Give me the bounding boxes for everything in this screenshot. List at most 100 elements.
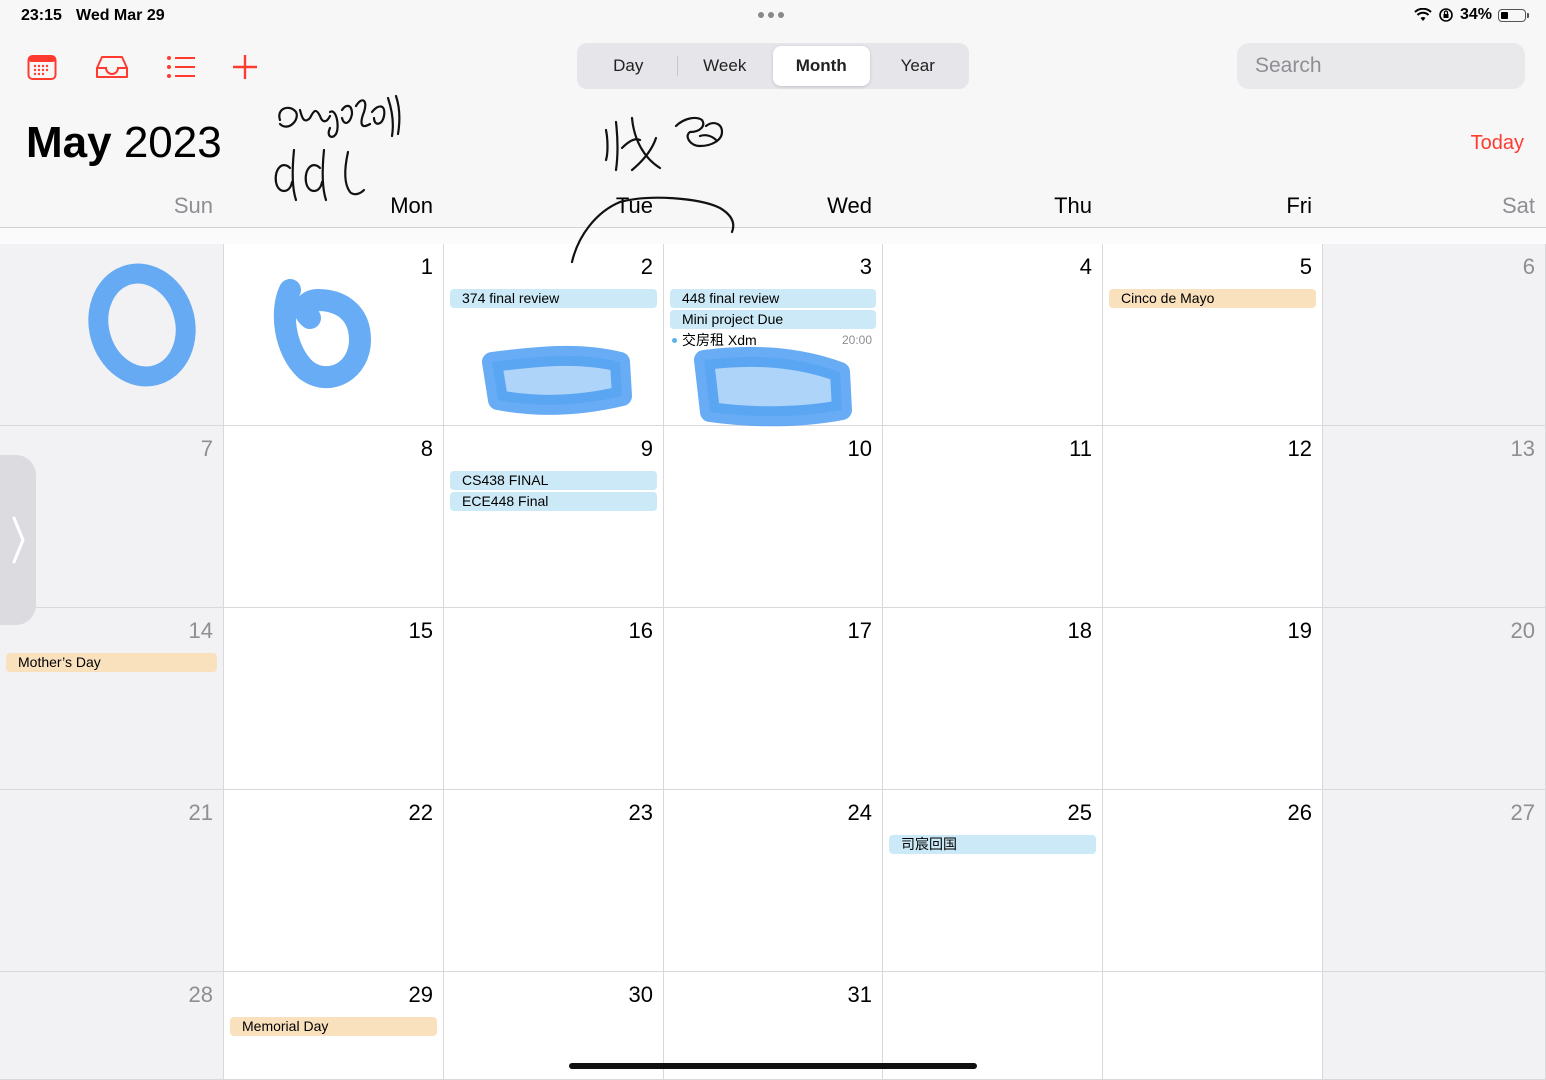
day-number: 24 (847, 800, 872, 825)
day-cell[interactable] (1323, 972, 1546, 1080)
day-number: 19 (1287, 618, 1312, 643)
day-number: 31 (847, 982, 872, 1007)
day-cell[interactable]: 24 (664, 790, 883, 972)
event-title: Mini project Due (682, 311, 784, 327)
day-number: 11 (1069, 436, 1092, 461)
calendars-button[interactable] (25, 50, 59, 84)
day-cell[interactable]: 1 (224, 244, 444, 426)
day-number: 13 (1510, 436, 1535, 461)
list-icon (167, 56, 195, 78)
status-right: 34% (1414, 6, 1529, 24)
day-cell[interactable]: 9 CS438 FINAL ECE448 Final (444, 426, 664, 608)
day-number: 3 (859, 254, 872, 279)
day-number: 26 (1287, 800, 1312, 825)
status-time: 23:15 (21, 7, 62, 24)
view-month-tab[interactable]: Month (773, 46, 870, 86)
view-week-tab[interactable]: Week (676, 46, 774, 86)
event-item[interactable]: Cinco de Mayo (1109, 289, 1316, 308)
day-cell[interactable]: 11 (883, 426, 1103, 608)
day-cell[interactable]: 17 (664, 608, 883, 790)
day-cell[interactable]: 3 448 final review Mini project Due 交房租 Xdm… (664, 244, 883, 426)
today-button[interactable]: Today (1471, 132, 1524, 155)
calendar-icon (27, 55, 57, 80)
day-number: 18 (1067, 618, 1092, 643)
event-title: CS438 FINAL (462, 472, 549, 488)
day-cell[interactable]: 28 (0, 972, 224, 1080)
day-cell[interactable]: 6 (1323, 244, 1546, 426)
month-title[interactable]: May 2023 (26, 118, 222, 168)
event-item[interactable]: 374 final review (450, 289, 657, 308)
event-item[interactable]: Mother’s Day (6, 653, 217, 672)
day-cell[interactable] (0, 244, 224, 426)
add-event-button[interactable] (228, 50, 262, 84)
day-number: 6 (1522, 254, 1535, 279)
event-title: Mother’s Day (18, 654, 101, 670)
event-title: 司宸回国 (901, 836, 957, 852)
day-number: 14 (188, 618, 213, 643)
event-item[interactable]: ECE448 Final (450, 492, 657, 511)
day-number: 5 (1299, 254, 1312, 279)
day-cell[interactable]: 5 Cinco de Mayo (1103, 244, 1323, 426)
day-number: 17 (847, 618, 872, 643)
day-cell[interactable]: 26 (1103, 790, 1323, 972)
weekday-mon: Mon (390, 193, 433, 218)
day-cell[interactable]: 23 (444, 790, 664, 972)
day-number: 22 (408, 800, 433, 825)
event-dot-icon (672, 338, 677, 343)
day-cell[interactable]: 2 374 final review (444, 244, 664, 426)
day-cell[interactable]: 27 (1323, 790, 1546, 972)
day-cell[interactable]: 8 (224, 426, 444, 608)
day-number: 29 (408, 982, 433, 1007)
day-number: 1 (420, 254, 433, 279)
event-item[interactable]: 448 final review (670, 289, 876, 308)
event-title: 374 final review (462, 290, 560, 306)
event-title: Cinco de Mayo (1121, 290, 1215, 306)
day-number: 16 (628, 618, 653, 643)
chevron-right-icon (12, 516, 25, 564)
battery-icon (1498, 8, 1529, 22)
day-number: 9 (640, 436, 653, 461)
day-cell[interactable]: 19 (1103, 608, 1323, 790)
day-cell[interactable]: 29 Memorial Day (224, 972, 444, 1080)
sidebar-toggle[interactable] (0, 455, 36, 625)
search-field[interactable] (1237, 43, 1528, 89)
search-input[interactable] (1253, 53, 1528, 79)
event-item[interactable]: CS438 FINAL (450, 471, 657, 490)
event-item[interactable]: 交房租 Xdm 20:00 (670, 331, 876, 350)
day-cell[interactable]: 16 (444, 608, 664, 790)
inbox-icon (96, 56, 128, 78)
event-item[interactable]: Memorial Day (230, 1017, 437, 1036)
day-cell[interactable]: 18 (883, 608, 1103, 790)
view-day-tab[interactable]: Day (580, 46, 677, 86)
day-cell[interactable]: 22 (224, 790, 444, 972)
home-indicator[interactable] (569, 1063, 977, 1069)
day-cell[interactable] (1103, 972, 1323, 1080)
day-cell[interactable]: 15 (224, 608, 444, 790)
view-year-tab[interactable]: Year (870, 46, 967, 86)
day-number: 4 (1079, 254, 1092, 279)
weekday-tue: Tue (615, 193, 653, 218)
event-item[interactable]: 司宸回国 (889, 835, 1096, 854)
day-cell[interactable]: 10 (664, 426, 883, 608)
day-cell[interactable]: 12 (1103, 426, 1323, 608)
weekday-fri: Fri (1286, 193, 1312, 218)
day-number: 15 (408, 618, 433, 643)
weekday-thu: Thu (1054, 193, 1092, 218)
day-cell[interactable]: 25 司宸回国 (883, 790, 1103, 972)
event-title: ECE448 Final (462, 493, 549, 509)
day-number: 12 (1287, 436, 1312, 461)
day-cell[interactable]: 20 (1323, 608, 1546, 790)
inbox-button[interactable] (95, 50, 129, 84)
day-cell[interactable]: 21 (0, 790, 224, 972)
month-name: May (26, 118, 112, 167)
day-number: 23 (628, 800, 653, 825)
day-number: 10 (847, 436, 872, 461)
list-button[interactable] (164, 50, 198, 84)
multitasking-dots[interactable] (758, 12, 784, 18)
day-cell[interactable]: 14 Mother’s Day (0, 608, 224, 790)
day-number: 27 (1510, 800, 1535, 825)
event-item[interactable]: Mini project Due (670, 310, 876, 329)
day-cell[interactable]: 4 (883, 244, 1103, 426)
day-cell[interactable]: 13 (1323, 426, 1546, 608)
event-title: 448 final review (682, 290, 780, 306)
